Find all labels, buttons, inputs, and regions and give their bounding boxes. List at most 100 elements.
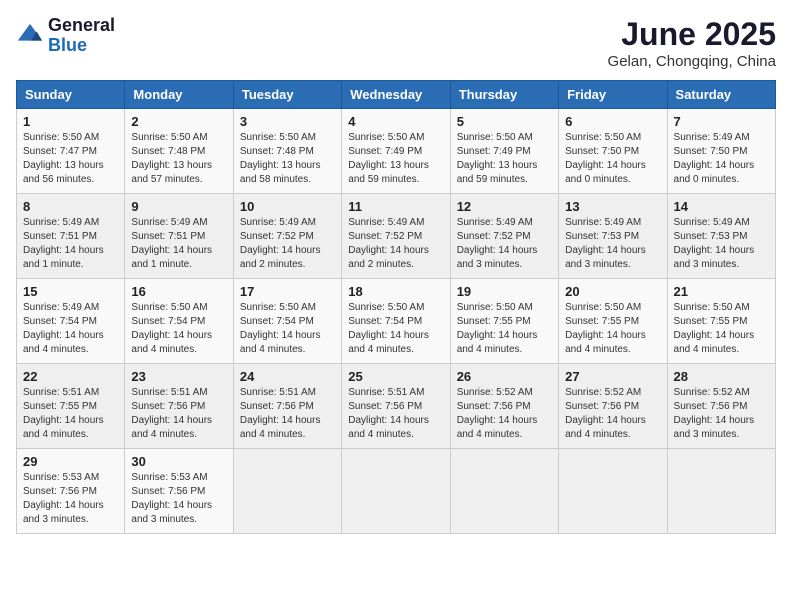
table-row [450,449,558,534]
day-number: 29 [23,454,118,469]
day-detail: Sunrise: 5:53 AMSunset: 7:56 PMDaylight:… [131,472,212,525]
table-row: 10 Sunrise: 5:49 AMSunset: 7:52 PMDaylig… [233,194,341,279]
calendar-week-row: 8 Sunrise: 5:49 AMSunset: 7:51 PMDayligh… [17,194,776,279]
table-row: 2 Sunrise: 5:50 AMSunset: 7:48 PMDayligh… [125,109,233,194]
table-row: 17 Sunrise: 5:50 AMSunset: 7:54 PMDaylig… [233,279,341,364]
table-row: 13 Sunrise: 5:49 AMSunset: 7:53 PMDaylig… [559,194,667,279]
header: General Blue June 2025 Gelan, Chongqing,… [16,16,776,70]
logo: General Blue [16,16,115,56]
table-row: 12 Sunrise: 5:49 AMSunset: 7:52 PMDaylig… [450,194,558,279]
day-detail: Sunrise: 5:50 AMSunset: 7:55 PMDaylight:… [674,302,755,355]
day-number: 3 [240,114,335,129]
day-detail: Sunrise: 5:49 AMSunset: 7:52 PMDaylight:… [240,217,321,270]
day-number: 8 [23,199,118,214]
day-number: 14 [674,199,769,214]
table-row: 8 Sunrise: 5:49 AMSunset: 7:51 PMDayligh… [17,194,125,279]
day-number: 2 [131,114,226,129]
table-row: 30 Sunrise: 5:53 AMSunset: 7:56 PMDaylig… [125,449,233,534]
table-row: 25 Sunrise: 5:51 AMSunset: 7:56 PMDaylig… [342,364,450,449]
table-row [559,449,667,534]
day-detail: Sunrise: 5:50 AMSunset: 7:50 PMDaylight:… [565,132,646,185]
table-row: 20 Sunrise: 5:50 AMSunset: 7:55 PMDaylig… [559,279,667,364]
table-row: 18 Sunrise: 5:50 AMSunset: 7:54 PMDaylig… [342,279,450,364]
day-detail: Sunrise: 5:50 AMSunset: 7:55 PMDaylight:… [457,302,538,355]
table-row: 27 Sunrise: 5:52 AMSunset: 7:56 PMDaylig… [559,364,667,449]
table-row: 29 Sunrise: 5:53 AMSunset: 7:56 PMDaylig… [17,449,125,534]
table-row: 28 Sunrise: 5:52 AMSunset: 7:56 PMDaylig… [667,364,775,449]
day-detail: Sunrise: 5:49 AMSunset: 7:51 PMDaylight:… [131,217,212,270]
day-detail: Sunrise: 5:49 AMSunset: 7:53 PMDaylight:… [565,217,646,270]
day-number: 5 [457,114,552,129]
day-number: 11 [348,199,443,214]
day-number: 26 [457,369,552,384]
table-row [667,449,775,534]
day-detail: Sunrise: 5:52 AMSunset: 7:56 PMDaylight:… [674,387,755,440]
day-detail: Sunrise: 5:50 AMSunset: 7:48 PMDaylight:… [240,132,321,185]
location: Gelan, Chongqing, China [608,53,776,70]
day-number: 27 [565,369,660,384]
day-number: 19 [457,284,552,299]
header-wednesday: Wednesday [342,81,450,109]
table-row: 1 Sunrise: 5:50 AMSunset: 7:47 PMDayligh… [17,109,125,194]
day-detail: Sunrise: 5:50 AMSunset: 7:55 PMDaylight:… [565,302,646,355]
day-detail: Sunrise: 5:49 AMSunset: 7:50 PMDaylight:… [674,132,755,185]
header-saturday: Saturday [667,81,775,109]
day-detail: Sunrise: 5:50 AMSunset: 7:54 PMDaylight:… [240,302,321,355]
header-friday: Friday [559,81,667,109]
table-row: 14 Sunrise: 5:49 AMSunset: 7:53 PMDaylig… [667,194,775,279]
day-detail: Sunrise: 5:50 AMSunset: 7:54 PMDaylight:… [131,302,212,355]
logo-icon [16,22,44,50]
day-number: 18 [348,284,443,299]
table-row [233,449,341,534]
header-monday: Monday [125,81,233,109]
day-number: 25 [348,369,443,384]
table-row: 7 Sunrise: 5:49 AMSunset: 7:50 PMDayligh… [667,109,775,194]
header-tuesday: Tuesday [233,81,341,109]
day-detail: Sunrise: 5:49 AMSunset: 7:52 PMDaylight:… [457,217,538,270]
table-row: 23 Sunrise: 5:51 AMSunset: 7:56 PMDaylig… [125,364,233,449]
header-thursday: Thursday [450,81,558,109]
day-detail: Sunrise: 5:49 AMSunset: 7:52 PMDaylight:… [348,217,429,270]
title-area: June 2025 Gelan, Chongqing, China [608,16,776,70]
day-number: 23 [131,369,226,384]
day-number: 4 [348,114,443,129]
day-detail: Sunrise: 5:51 AMSunset: 7:56 PMDaylight:… [348,387,429,440]
day-number: 7 [674,114,769,129]
table-row: 11 Sunrise: 5:49 AMSunset: 7:52 PMDaylig… [342,194,450,279]
day-number: 1 [23,114,118,129]
calendar-week-row: 15 Sunrise: 5:49 AMSunset: 7:54 PMDaylig… [17,279,776,364]
calendar-table: Sunday Monday Tuesday Wednesday Thursday… [16,80,776,534]
day-detail: Sunrise: 5:51 AMSunset: 7:55 PMDaylight:… [23,387,104,440]
table-row: 15 Sunrise: 5:49 AMSunset: 7:54 PMDaylig… [17,279,125,364]
day-detail: Sunrise: 5:49 AMSunset: 7:53 PMDaylight:… [674,217,755,270]
table-row: 16 Sunrise: 5:50 AMSunset: 7:54 PMDaylig… [125,279,233,364]
day-number: 22 [23,369,118,384]
header-sunday: Sunday [17,81,125,109]
day-number: 17 [240,284,335,299]
day-detail: Sunrise: 5:50 AMSunset: 7:49 PMDaylight:… [457,132,538,185]
day-detail: Sunrise: 5:50 AMSunset: 7:54 PMDaylight:… [348,302,429,355]
day-number: 12 [457,199,552,214]
table-row: 22 Sunrise: 5:51 AMSunset: 7:55 PMDaylig… [17,364,125,449]
table-row: 5 Sunrise: 5:50 AMSunset: 7:49 PMDayligh… [450,109,558,194]
table-row: 3 Sunrise: 5:50 AMSunset: 7:48 PMDayligh… [233,109,341,194]
day-detail: Sunrise: 5:52 AMSunset: 7:56 PMDaylight:… [565,387,646,440]
day-number: 24 [240,369,335,384]
table-row: 26 Sunrise: 5:52 AMSunset: 7:56 PMDaylig… [450,364,558,449]
day-detail: Sunrise: 5:49 AMSunset: 7:51 PMDaylight:… [23,217,104,270]
day-number: 6 [565,114,660,129]
day-number: 13 [565,199,660,214]
day-number: 9 [131,199,226,214]
table-row: 24 Sunrise: 5:51 AMSunset: 7:56 PMDaylig… [233,364,341,449]
day-detail: Sunrise: 5:53 AMSunset: 7:56 PMDaylight:… [23,472,104,525]
day-detail: Sunrise: 5:49 AMSunset: 7:54 PMDaylight:… [23,302,104,355]
day-number: 20 [565,284,660,299]
day-detail: Sunrise: 5:50 AMSunset: 7:49 PMDaylight:… [348,132,429,185]
day-number: 30 [131,454,226,469]
day-detail: Sunrise: 5:51 AMSunset: 7:56 PMDaylight:… [240,387,321,440]
day-detail: Sunrise: 5:52 AMSunset: 7:56 PMDaylight:… [457,387,538,440]
day-number: 16 [131,284,226,299]
table-row: 9 Sunrise: 5:49 AMSunset: 7:51 PMDayligh… [125,194,233,279]
day-detail: Sunrise: 5:50 AMSunset: 7:48 PMDaylight:… [131,132,212,185]
day-detail: Sunrise: 5:50 AMSunset: 7:47 PMDaylight:… [23,132,104,185]
